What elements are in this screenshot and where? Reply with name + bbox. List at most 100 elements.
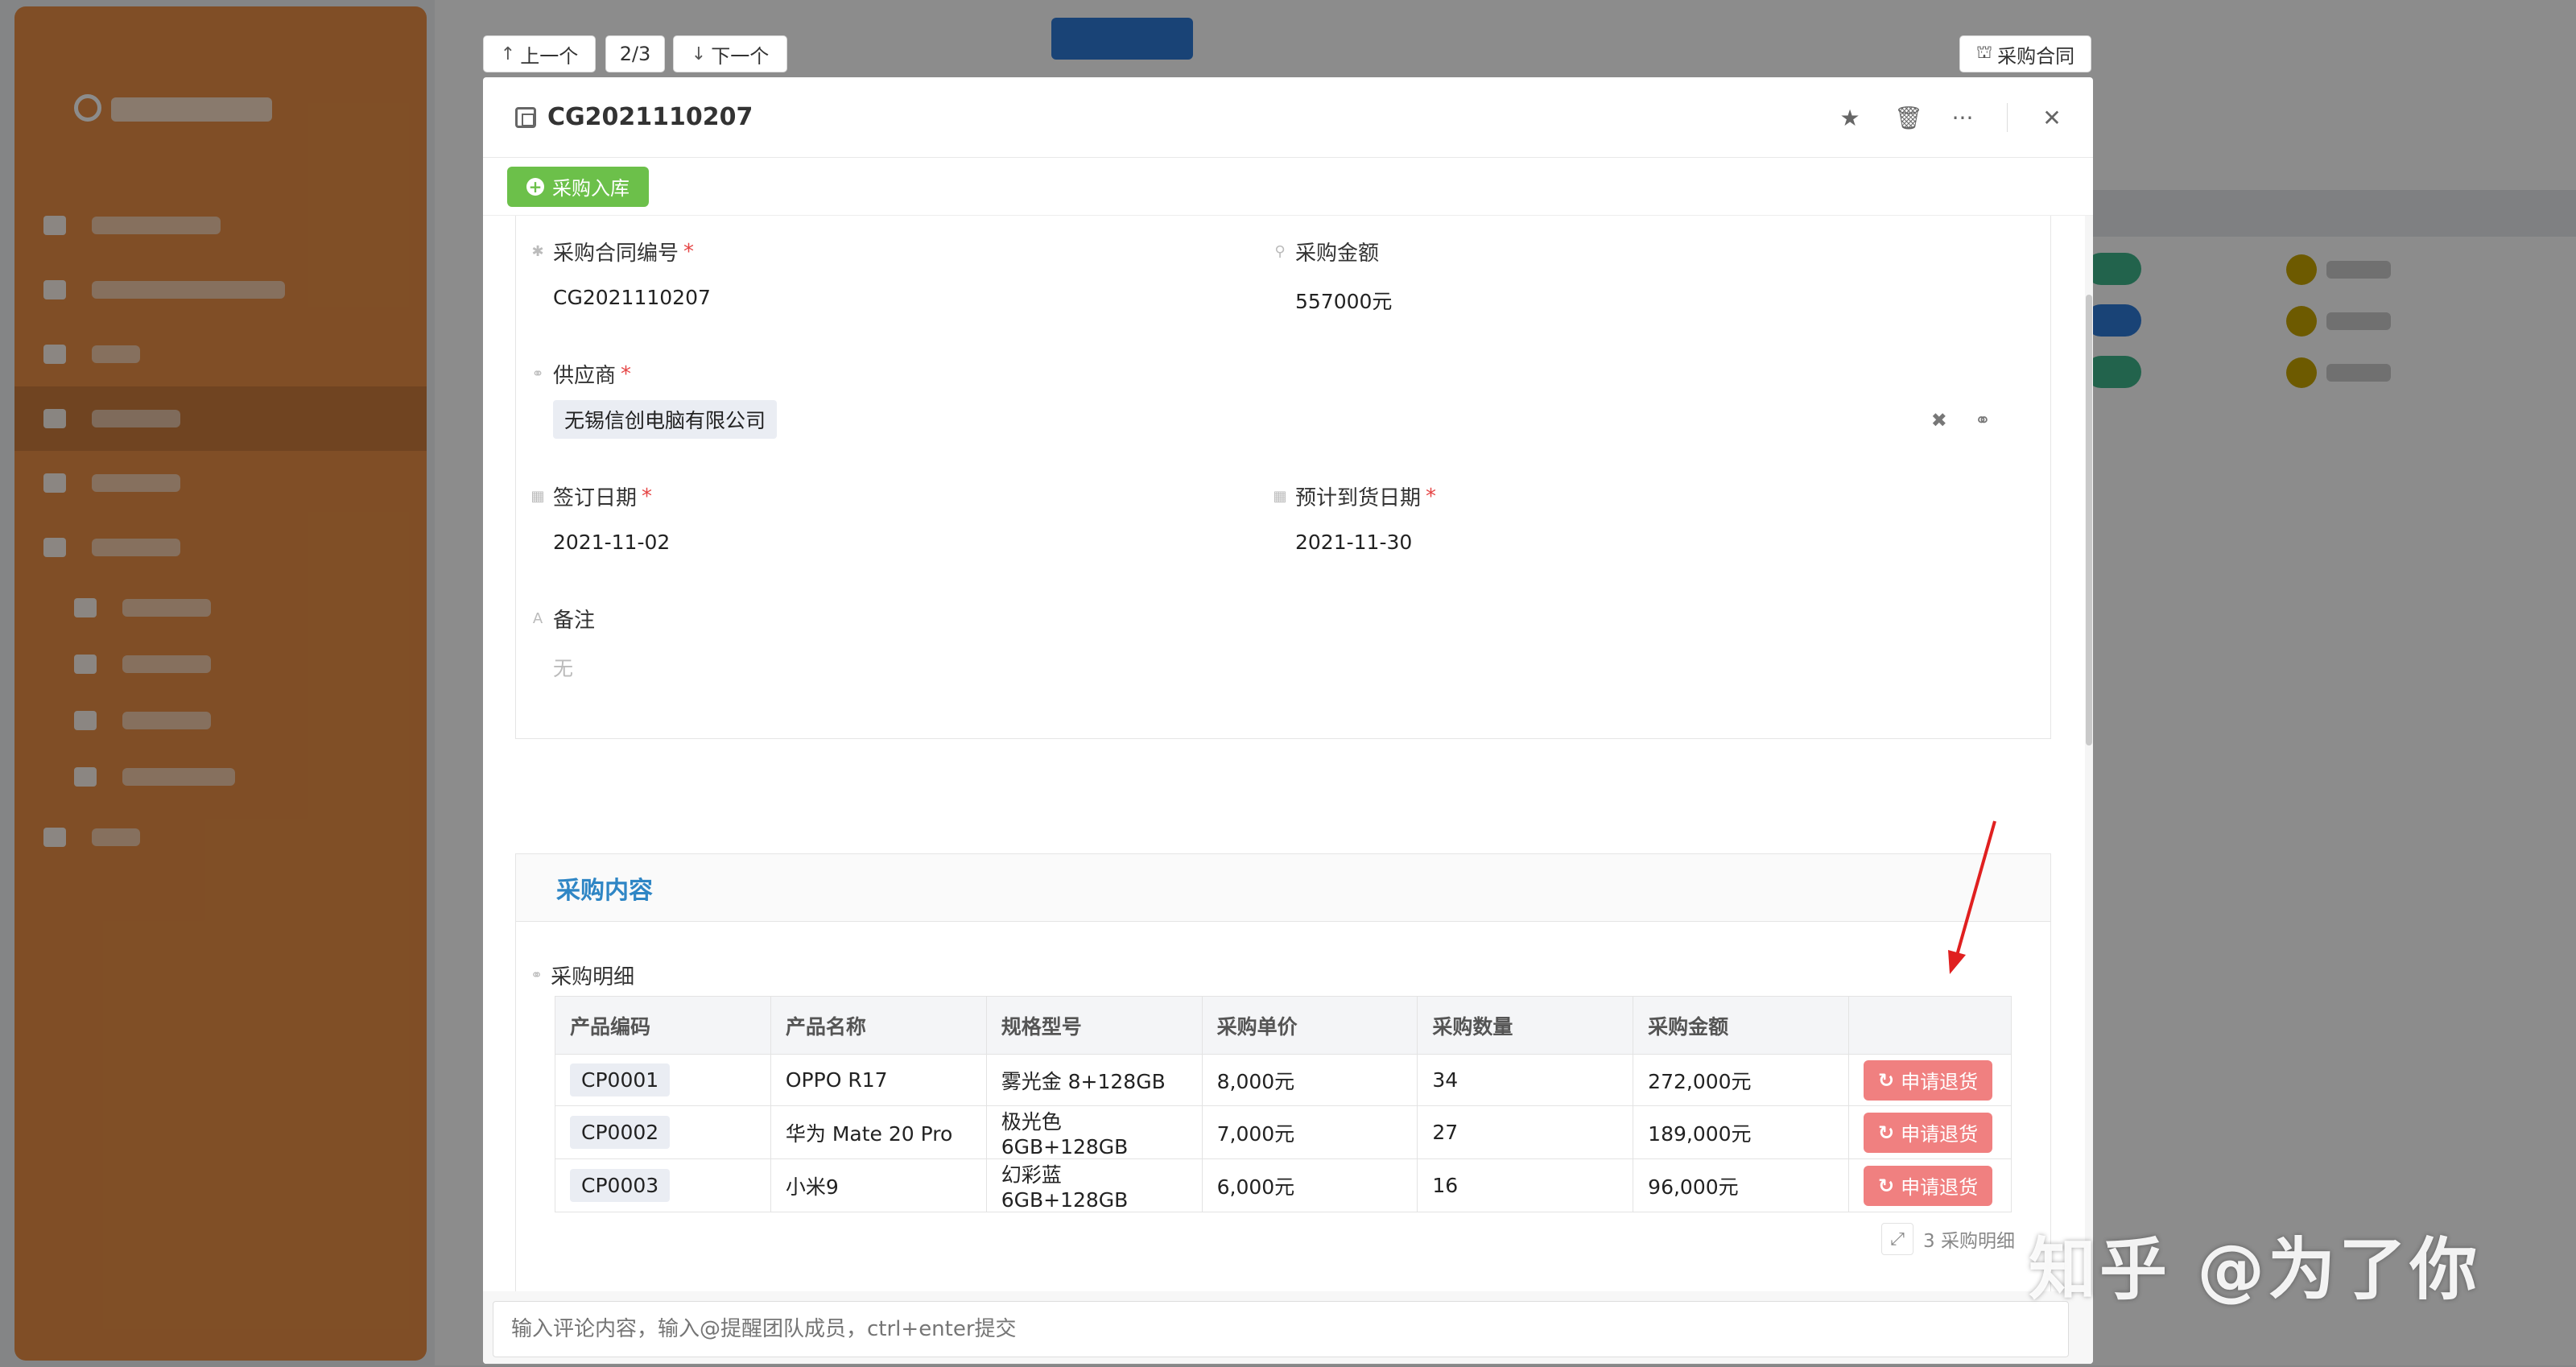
quantity: 27 [1417,1105,1634,1159]
col-header: 产品名称 [770,996,987,1055]
field-supplier: ⚭ 供应商 * 无锡信创电脑有限公司 [530,359,778,439]
content-section-title: 采购内容 [556,876,653,905]
arrow-up-icon: ↑ [500,43,516,64]
table-row[interactable]: CP0002 华为 Mate 20 Pro 极光色 6GB+128GB 7,00… [555,1105,2012,1159]
pin-icon: ⚲ [1274,243,1286,260]
content-card: 采购内容 ⚭ 采购明细 产品编码 产品名称 规格型号 采购单价 采购数量 采购金… [515,853,2051,1296]
product-name: OPPO R17 [770,1054,987,1106]
watermark: 知乎 @为了你 [2029,1230,2481,1309]
basket-icon: ⛫ [1975,43,1993,63]
modal-body[interactable]: ✱ 采购合同编号 * CG2021110207 ⚲ 采购金额 557000元 ⚭ 供应商… [483,216,2085,1296]
link-icon: ⚭ [530,967,543,984]
product-name: 华为 Mate 20 Pro [770,1105,987,1159]
return-button[interactable]: ↻ 申请退货 [1864,1112,1993,1153]
annotation-arrow [1948,820,1996,974]
modal-toolbar: + 采购入库 [483,158,2093,216]
product-name: 小米9 [770,1158,987,1212]
product-spec: 幻彩蓝 6GB+128GB [985,1158,1203,1212]
quantity: 34 [1417,1054,1634,1106]
modal-actions: ★ 🗑 ··· ✕ [1838,77,2064,158]
clear-icon[interactable]: ✖ [1931,409,1947,432]
delivery-date-value[interactable]: 2021-11-30 [1295,531,1436,554]
return-button[interactable]: ↻ 申请退货 [1864,1059,1993,1101]
line-amount: 189,000元 [1633,1105,1850,1159]
comment-bar [483,1291,2093,1364]
contract-no-value[interactable]: CG2021110207 [553,286,711,309]
page-indicator-text: 2/3 [619,43,651,65]
product-spec: 雾光金 8+128GB [985,1054,1203,1106]
modal-header: CG2021110207 ★ 🗑 ··· ✕ [483,77,2093,158]
prev-label: 上一个 [520,44,579,68]
field-contract-no: ✱ 采购合同编号 * CG2021110207 [530,237,711,310]
col-header: 产品编码 [555,996,771,1055]
refresh-icon: ↻ [1878,1174,1895,1197]
more-icon[interactable]: ··· [1951,105,1975,131]
next-label: 下一个 [711,44,770,68]
return-button[interactable]: ↻ 申请退货 [1864,1165,1993,1206]
product-spec: 极光色 6GB+128GB [985,1105,1203,1159]
detail-table: 产品编码 产品名称 规格型号 采购单价 采购数量 采购金额 CP0001 OPP… [555,996,2012,1212]
table-row[interactable]: CP0003 小米9 幻彩蓝 6GB+128GB 6,000元 16 96,00… [555,1158,2012,1212]
return-label: 申请退货 [1901,1176,1979,1199]
required-mark: * [1426,484,1437,509]
comment-input[interactable] [493,1301,2069,1357]
modal-title: CG2021110207 [547,103,753,131]
unit-price: 6,000元 [1201,1158,1418,1212]
field-amount: ⚲ 采购金额 557000元 [1273,237,1392,315]
star-icon[interactable]: ★ [1838,105,1862,131]
refresh-icon: ↻ [1878,1121,1895,1144]
trash-icon[interactable]: 🗑 [1894,105,1923,131]
quantity: 16 [1417,1158,1634,1212]
col-header: 采购数量 [1417,996,1634,1055]
return-label: 申请退货 [1901,1071,1979,1093]
unit-price: 8,000元 [1201,1054,1418,1106]
sign-date-value[interactable]: 2021-11-02 [553,531,670,554]
supplier-label: 供应商 [553,364,617,388]
table-row[interactable]: CP0001 OPPO R17 雾光金 8+128GB 8,000元 34 27… [555,1054,2012,1106]
expand-icon[interactable]: ⤢ [1881,1223,1914,1255]
asterisk-icon: ✱ [531,243,544,260]
row-count: ⤢ 3 采购明细 [1881,1223,2015,1255]
stock-in-label: 采购入库 [552,177,630,200]
plus-circle-icon: + [526,177,544,196]
col-header: 采购单价 [1201,996,1418,1055]
contract-link-label: 采购合同 [1997,44,2075,68]
divider [2007,103,2008,132]
required-mark: * [642,484,653,509]
amount-value: 557000元 [1295,290,1393,313]
detail-label: ⚭ 采购明细 [530,960,634,990]
required-mark: * [621,361,632,386]
arrow-down-icon: ↓ [691,43,707,64]
scrollbar-thumb[interactable] [2086,295,2092,745]
calendar-icon: ▦ [530,488,545,505]
calendar-icon: ▦ [1273,488,1287,505]
content-card-header: 采购内容 [516,854,2050,922]
supplier-tag[interactable]: 无锡信创电脑有限公司 [553,400,778,439]
sign-date-label: 签订日期 [553,486,638,510]
copy-icon[interactable] [515,106,536,128]
required-mark: * [683,239,695,264]
detail-label-text: 采购明细 [551,965,635,989]
prev-record-button[interactable]: ↑ 上一个 [483,35,596,72]
stock-in-button[interactable]: + 采购入库 [507,166,649,207]
product-code-tag[interactable]: CP0003 [570,1169,671,1202]
product-code-tag[interactable]: CP0001 [570,1063,671,1096]
text-icon: A [532,610,543,627]
remark-value[interactable]: 无 [553,653,595,682]
col-header: 规格型号 [985,996,1203,1055]
link-icon[interactable]: ⚭ [1975,409,1991,432]
close-icon[interactable]: ✕ [2040,105,2064,131]
delivery-date-label: 预计到货日期 [1295,486,1422,510]
next-record-button[interactable]: ↓ 下一个 [673,35,787,72]
link-icon: ⚭ [531,365,544,382]
contract-link-button[interactable]: ⛫ 采购合同 [1959,35,2091,72]
unit-price: 7,000元 [1201,1105,1418,1159]
info-card: ✱ 采购合同编号 * CG2021110207 ⚲ 采购金额 557000元 ⚭ 供应商… [515,216,2051,739]
page-indicator: 2/3 [605,35,665,72]
table-header-row: 产品编码 产品名称 规格型号 采购单价 采购数量 采购金额 [555,996,2012,1055]
contract-no-label: 采购合同编号 [553,242,679,266]
remark-label: 备注 [553,609,596,633]
return-label: 申请退货 [1901,1123,1979,1146]
product-code-tag[interactable]: CP0002 [570,1116,671,1149]
line-amount: 96,000元 [1633,1158,1850,1212]
